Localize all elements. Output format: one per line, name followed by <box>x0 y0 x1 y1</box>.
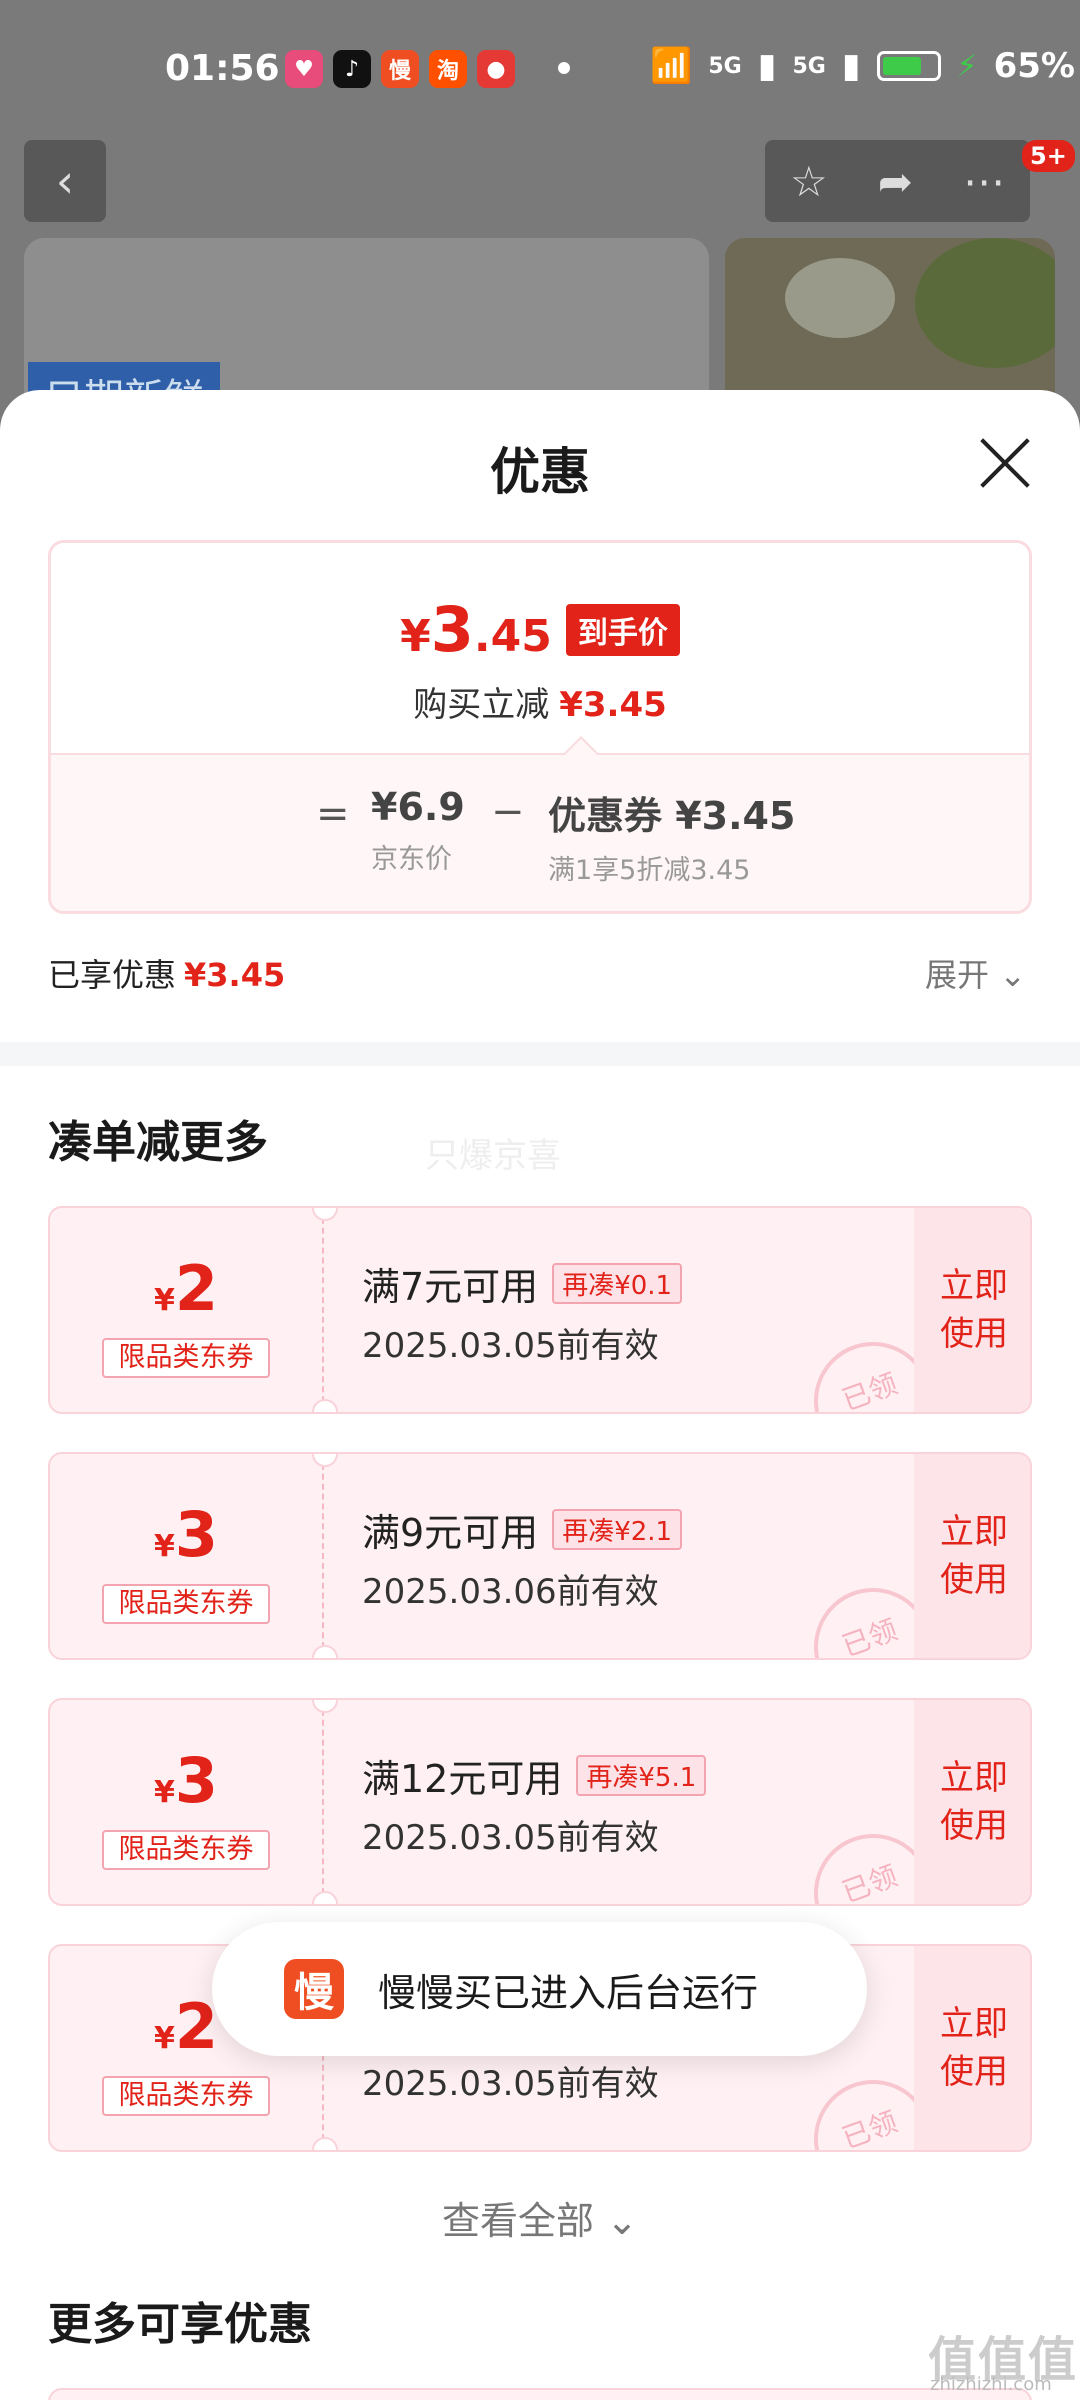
section-title-more-discounts: 更多可享优惠 <box>48 2299 312 2350</box>
site-watermark-url: zhizhizhi.com <box>930 2374 1052 2395</box>
coupon-gap-badge: 再凑¥2.1 <box>552 1509 683 1550</box>
discount-sheet: 优惠 ¥3.45 到手价 购买立减 ¥3.45 = ¥6.9 京东价 − 优惠券… <box>0 390 1080 2400</box>
coupon-condition: 满9元可用再凑¥2.1 <box>362 1502 683 1557</box>
chevron-down-icon: ⌄ <box>999 956 1026 994</box>
instant-discount: 购买立减 ¥3.45 <box>413 685 667 725</box>
background-run-toast: 慢 慢慢买已进入后台运行 <box>212 1922 867 2056</box>
coupon-kind: 限品类东券 <box>102 1584 270 1624</box>
taobao-icon: 淘 <box>429 50 467 88</box>
status-indicators: 📶 5G ▮ 5G ▮ ⚡ 65% <box>650 46 1075 86</box>
charging-icon: ⚡ <box>956 48 978 84</box>
minus-sign: − <box>491 789 525 835</box>
coupon-divider <box>312 1454 338 1658</box>
final-price: ¥3.45 <box>400 593 552 666</box>
coupon-card: ¥2 限品类东券 满7元可用 再凑¥0.1 2025.03.05前有效 已领 立即使用 <box>48 1206 1032 1414</box>
coupon-kind: 限品类东券 <box>102 1830 270 1870</box>
equals-sign: = <box>316 791 350 837</box>
use-now-button[interactable]: 立即使用 <box>914 1946 1030 2150</box>
more-icon[interactable]: ⋯ <box>963 157 1005 206</box>
coupon-value-area: ¥3 限品类东券 <box>50 1700 322 1904</box>
manmanmai-icon: 慢 <box>381 50 419 88</box>
use-now-button[interactable]: 立即使用 <box>914 1208 1030 1412</box>
coupon-validity: 2025.03.05前有效 <box>362 1326 659 1366</box>
signal-bars-icon: ▮ <box>757 46 777 86</box>
coupon-card-partial <box>48 2388 1032 2400</box>
notification-badge: 5+ <box>1022 140 1075 172</box>
toast-text: 慢慢买已进入后台运行 <box>378 1970 759 2015</box>
coupon-kind: 限品类东券 <box>102 2076 270 2116</box>
coupon-value-area: ¥2 限品类东券 <box>50 1208 322 1412</box>
enjoyed-discount: 已享优惠 ¥3.45 <box>48 956 286 994</box>
coupon-divider <box>312 1208 338 1412</box>
jd-price: ¥6.9 京东价 <box>371 785 465 875</box>
price-formula: = ¥6.9 京东价 − 优惠券 ¥3.45 满1享5折减3.45 <box>51 753 1029 911</box>
status-time: 01:56 <box>165 48 280 89</box>
battery-icon <box>876 51 941 81</box>
star-icon[interactable]: ☆ <box>790 157 828 206</box>
signal-bars-icon: ▮ <box>841 46 861 86</box>
coupon-amount: ¥2 <box>153 1252 218 1325</box>
expand-button[interactable]: 展开 ⌄ <box>925 950 1026 996</box>
coupon-kind: 限品类东券 <box>102 1338 270 1378</box>
top-actions-bar: ☆ ➦ ⋯ <box>765 140 1030 222</box>
status-bar: 01:56 ♥ ♪ 慢淘 ● 📶 5G ▮ 5G ▮ ⚡ 65% <box>0 0 1080 130</box>
coupon-amount: ¥3 <box>153 1498 218 1571</box>
status-app-icons: ♥ ♪ 慢淘 ● <box>285 50 515 88</box>
coupon-validity: 2025.03.06前有效 <box>362 1572 659 1612</box>
section-title-more-orders: 凑单减更多 <box>48 1117 268 1168</box>
coupon-card: ¥3 限品类东券 满9元可用 再凑¥2.1 2025.03.06前有效 已领 立即使用 <box>48 1452 1032 1660</box>
coupon-deduction: 优惠券 ¥3.45 满1享5折减3.45 <box>548 794 796 886</box>
app-icon-1: ♥ <box>285 50 323 88</box>
close-icon[interactable] <box>975 432 1035 492</box>
final-price-tag: 到手价 <box>565 603 680 656</box>
coupon-card: ¥3 限品类东券 满12元可用 再凑¥5.1 2025.03.05前有效 已领 立即使用 <box>48 1698 1032 1906</box>
coupon-validity: 2025.03.05前有效 <box>362 2064 659 2104</box>
app-icon-5: ● <box>477 50 515 88</box>
price-summary-card: ¥3.45 到手价 购买立减 ¥3.45 = ¥6.9 京东价 − 优惠券 ¥3.… <box>48 540 1032 914</box>
section-divider <box>0 1042 1080 1066</box>
watermark-text: 只爆京喜 <box>425 1136 561 1176</box>
battery-percent: 65% <box>993 46 1075 86</box>
view-all-button[interactable]: 查看全部 ⌄ <box>0 2190 1080 2245</box>
share-icon[interactable]: ➦ <box>878 157 913 206</box>
coupon-amount: ¥3 <box>153 1744 218 1817</box>
chevron-down-icon: ⌄ <box>606 2199 638 2243</box>
use-now-button[interactable]: 立即使用 <box>914 1454 1030 1658</box>
use-now-button[interactable]: 立即使用 <box>914 1700 1030 1904</box>
more-notifications-dot <box>558 62 570 74</box>
coupon-gap-badge: 再凑¥0.1 <box>552 1263 683 1304</box>
coupon-condition: 满7元可用 再凑¥0.1 <box>362 1256 683 1311</box>
manmanmai-app-icon: 慢 <box>284 1959 344 2019</box>
coupon-value-area: ¥3 限品类东券 <box>50 1454 322 1658</box>
coupon-condition: 满12元可用 再凑¥5.1 <box>362 1748 707 1803</box>
tiktok-icon: ♪ <box>333 50 371 88</box>
coupon-validity: 2025.03.05前有效 <box>362 1818 659 1858</box>
signal-1: 5G <box>708 53 742 79</box>
back-button[interactable]: ‹ <box>24 140 106 222</box>
wifi-icon: 📶 <box>650 46 693 86</box>
chevron-left-icon: ‹ <box>55 154 75 208</box>
sheet-title: 优惠 <box>490 443 590 501</box>
signal-2: 5G <box>792 53 826 79</box>
coupon-divider <box>312 1700 338 1904</box>
coupon-gap-badge: 再凑¥5.1 <box>576 1755 707 1796</box>
